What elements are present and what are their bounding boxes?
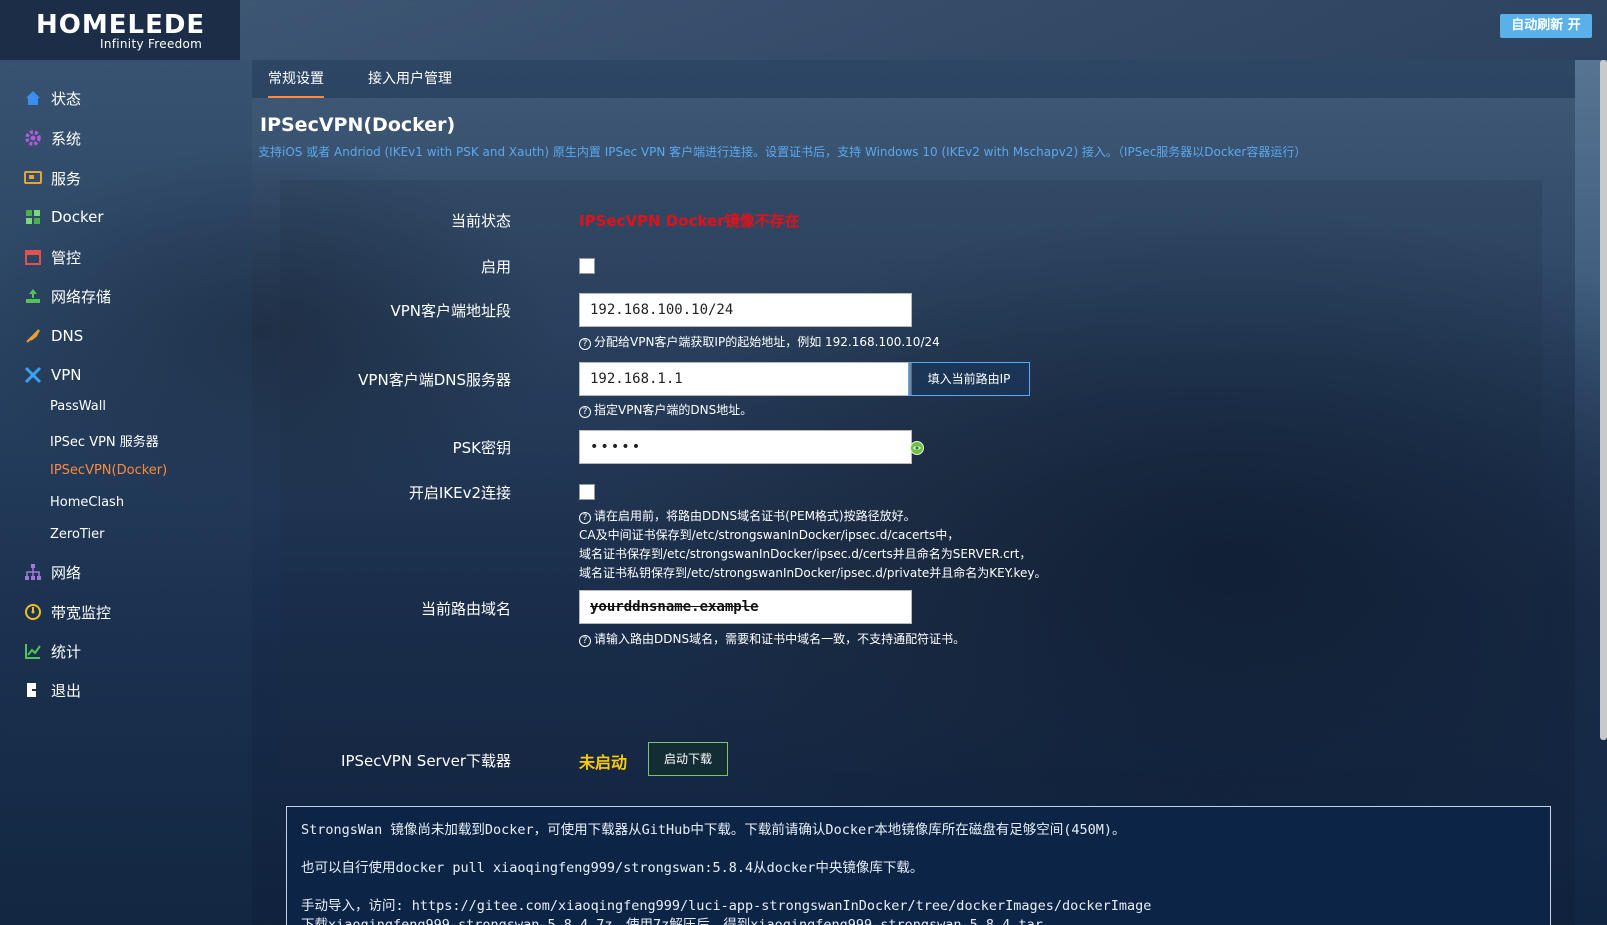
domain-hint: ? 请输入路由DDNS域名，需要和证书中域名一致，不支持通配符证书。 [579,630,965,647]
auto-refresh-button[interactable]: 自动刷新 开 [1500,14,1592,38]
sidebar-item-system[interactable]: 系统 [24,126,81,150]
tab-user-management[interactable]: 接入用户管理 [368,68,452,96]
vpn-icon [24,366,42,384]
log-output[interactable]: StrongsWan 镜像尚未加载到Docker，可使用下载器从GitHub中下… [286,806,1551,925]
sidebar: 状态 系统 服务 Docker 管控 网络存储 DNS VPN PassWall… [0,60,252,925]
logout-icon [24,681,42,699]
sidebar-item-control[interactable]: 管控 [24,245,81,269]
sidebar-item-dns[interactable]: DNS [24,324,83,348]
ikev2-hint-line4: 域名证书私钥保存到/etc/strongswanInDocker/ipsec.d… [579,566,1047,580]
sidebar-subitem-homeclash[interactable]: HomeClash [50,495,124,510]
sidebar-subitem-zerotier[interactable]: ZeroTier [50,527,104,542]
sidebar-item-label: Docker [51,208,104,226]
ikev2-hint: ? 请在启用前，将路由DDNS域名证书(PEM格式)按路径放好。 [579,507,916,524]
logo-text: HOMELEDE [36,10,206,40]
logo-tagline: Infinity Freedom [100,37,203,51]
services-icon [24,169,42,187]
sidebar-item-label: 网络存储 [51,287,112,306]
sidebar-item-label: DNS [51,327,84,345]
tab-bar: 常规设置 接入用户管理 [252,60,1575,98]
sidebar-subitem-ipsec-server[interactable]: IPSec VPN 服务器 [50,431,159,450]
ikev2-hint-line2: CA及中间证书保存到/etc/strongswanInDocker/ipsec.… [579,528,960,542]
log-line: 手动导入，访问: https://gitee.com/xiaoqingfeng9… [301,898,1152,914]
main-content: 常规设置 接入用户管理 IPSecVPN(Docker) 支持iOS 或者 An… [252,60,1575,925]
ikev2-checkbox[interactable] [579,484,595,500]
log-line: 下载xiaoqingfeng999-strongswan-5.8.4.7z，使用… [301,917,1043,925]
enable-checkbox[interactable] [579,258,595,274]
ikev2-label: 开启IKEv2连接 [408,484,511,502]
rocket-icon [24,327,42,345]
sidebar-item-label: 系统 [51,129,82,148]
client-range-hint: ? 分配给VPN客户端获取IP的起始地址，例如 192.168.100.10/24 [579,333,940,350]
dns-label: VPN客户端DNS服务器 [358,371,511,389]
gear-icon [24,129,42,147]
log-line: StrongsWan 镜像尚未加载到Docker，可使用下载器从GitHub中下… [301,822,1126,838]
sidebar-item-bandwidth[interactable]: 带宽监控 [24,600,111,624]
sidebar-item-docker[interactable]: Docker [24,205,104,229]
page-title: IPSecVPN(Docker) [260,114,456,136]
network-icon [24,563,42,581]
client-range-hint-text: 分配给VPN客户端获取IP的起始地址，例如 192.168.100.10/24 [594,335,940,349]
help-icon: ? [579,512,591,524]
dns-input[interactable]: 192.168.1.1 [579,362,912,396]
downloader-label: IPSecVPN Server下载器 [341,752,511,770]
dns-hint-text: 指定VPN客户端的DNS地址。 [594,403,753,417]
sidebar-item-label: 状态 [51,89,82,108]
docker-icon [24,208,42,226]
sidebar-item-services[interactable]: 服务 [24,166,81,190]
chart-icon [24,642,42,660]
storage-icon [24,287,42,305]
sidebar-item-stats[interactable]: 统计 [24,639,81,663]
sidebar-item-network[interactable]: 网络 [24,560,81,584]
sidebar-item-nas[interactable]: 网络存储 [24,284,111,308]
sidebar-subitem-passwall[interactable]: PassWall [50,399,106,414]
tab-general-settings[interactable]: 常规设置 [268,68,324,98]
dns-hint: ? 指定VPN客户端的DNS地址。 [579,401,752,418]
sidebar-item-status[interactable]: 状态 [24,86,81,110]
log-line: 也可以自行使用docker pull xiaoqingfeng999/stron… [301,860,924,876]
fill-router-ip-button[interactable]: 填入当前路由IP [908,362,1030,396]
status-value: IPSecVPN Docker镜像不存在 [579,212,800,230]
downloader-status: 未启动 [579,753,628,772]
sidebar-item-vpn[interactable]: VPN [24,363,82,387]
enable-label: 启用 [480,258,511,276]
sidebar-item-label: 服务 [51,169,82,188]
sidebar-item-label: 退出 [51,681,82,700]
domain-label: 当前路由域名 [420,600,511,618]
psk-input[interactable]: ••••• [579,430,912,464]
sidebar-item-label: 带宽监控 [51,603,112,622]
sidebar-item-label: VPN [51,366,82,384]
help-icon: ? [579,406,591,418]
reveal-password-icon[interactable] [909,440,925,456]
bandwidth-icon [24,603,42,621]
help-icon: ? [579,338,591,350]
start-download-button[interactable]: 启动下载 [648,742,728,776]
logo[interactable]: HOMELEDE Infinity Freedom [0,0,240,60]
sidebar-item-label: 网络 [51,563,82,582]
psk-label: PSK密钥 [452,439,511,457]
sidebar-item-label: 管控 [51,248,82,267]
home-icon [24,89,42,107]
ikev2-hint-line1: 请在启用前，将路由DDNS域名证书(PEM格式)按路径放好。 [594,509,916,523]
page-description: 支持iOS 或者 Andriod (IKEv1 with PSK and Xau… [258,145,1307,159]
help-icon: ? [579,635,591,647]
client-range-label: VPN客户端地址段 [390,302,511,320]
page-scrollbar[interactable] [1600,60,1607,740]
domain-input[interactable]: yourddnsname.example [579,590,912,624]
sidebar-item-logout[interactable]: 退出 [24,678,81,702]
sidebar-subitem-ipsec-docker[interactable]: IPSecVPN(Docker) [50,463,167,478]
status-label: 当前状态 [450,212,511,230]
client-range-input[interactable]: 192.168.100.10/24 [579,293,912,327]
domain-hint-text: 请输入路由DDNS域名，需要和证书中域名一致，不支持通配符证书。 [594,632,966,646]
ikev2-hint-line3: 域名证书保存到/etc/strongswanInDocker/ipsec.d/c… [579,547,1032,561]
log-spacer [301,840,1536,859]
top-bar: HOMELEDE Infinity Freedom 自动刷新 开 [0,0,1607,60]
calendar-icon [24,248,42,266]
log-spacer [301,878,1536,897]
sidebar-item-label: 统计 [51,642,82,661]
